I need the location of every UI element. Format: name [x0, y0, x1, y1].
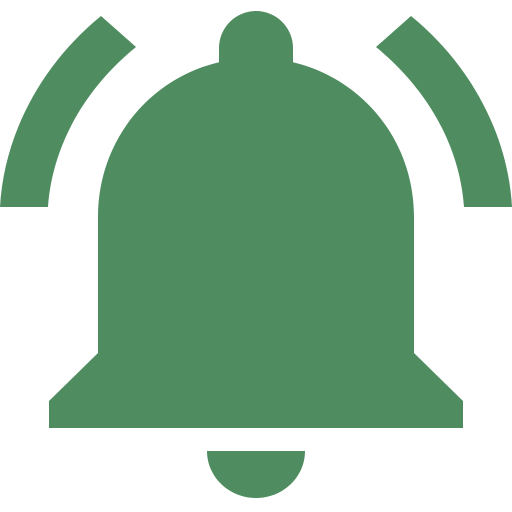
notification-bell-icon	[0, 0, 512, 512]
bell-body	[49, 58, 463, 428]
bell-ringing-icon	[0, 11, 512, 498]
bell-clapper	[207, 451, 305, 498]
